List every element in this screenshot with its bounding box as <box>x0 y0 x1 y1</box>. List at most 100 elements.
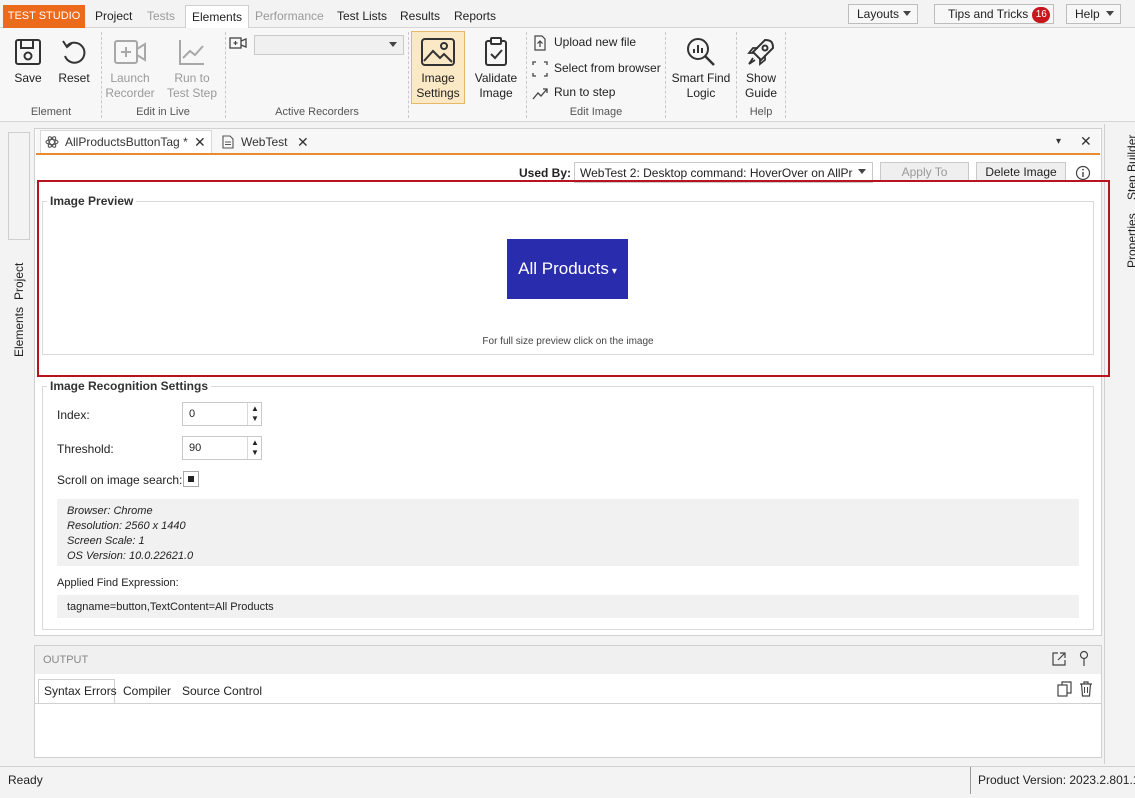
tab-performance[interactable]: Performance <box>249 5 330 28</box>
output-tab-compiler[interactable]: Compiler <box>123 680 171 703</box>
clipboard-check-icon <box>485 37 507 66</box>
chevron-down-icon <box>858 169 866 174</box>
layouts-dropdown[interactable]: Layouts <box>848 4 918 24</box>
tips-label: Tips and Tricks <box>948 7 1029 21</box>
output-title: OUTPUT <box>43 654 89 666</box>
used-by-value: WebTest 2: Desktop command: HoverOver on… <box>580 166 853 180</box>
left-rail-frame <box>8 132 30 240</box>
camera-icon <box>229 37 247 49</box>
info-os-version: OS Version: 10.0.22621.0 <box>67 550 194 562</box>
help-dropdown[interactable]: Help <box>1066 4 1121 24</box>
upload-new-file-button[interactable]: Upload new file <box>532 32 657 52</box>
side-tab-properties[interactable]: Properties <box>1125 213 1135 268</box>
video-add-icon <box>114 40 146 64</box>
index-stepper[interactable]: 0 ▲ ▼ <box>182 402 262 426</box>
image-settings-button[interactable]: Image Settings <box>411 31 465 104</box>
run-to-step-label: Run to step <box>554 85 616 99</box>
highlight-frame <box>37 180 1110 377</box>
arrow-up-icon[interactable]: ▲ <box>251 404 259 413</box>
main-menu-bar: TEST STUDIO Project Tests Elements Perfo… <box>0 0 1135 29</box>
tab-project[interactable]: Project <box>89 5 138 28</box>
validate-image-button[interactable]: Validate Image <box>471 36 521 101</box>
threshold-stepper[interactable]: 90 ▲ ▼ <box>182 436 262 460</box>
info-browser: Browser: Chrome <box>67 505 153 517</box>
used-by-label: Used By: <box>519 166 572 180</box>
find-expression-value: tagname=button,TextContent=All Products <box>57 595 1079 618</box>
show-guide-label: Show Guide <box>744 71 778 100</box>
tips-count-badge: 16 <box>1032 6 1051 23</box>
upload-new-file-label: Upload new file <box>554 35 637 49</box>
run-to-test-step-label: Run to Test Step <box>166 71 218 100</box>
delete-image-button[interactable]: Delete Image <box>976 162 1066 182</box>
info-icon[interactable] <box>1075 165 1091 181</box>
threshold-label: Threshold: <box>57 442 114 456</box>
threshold-value: 90 <box>189 442 202 454</box>
group-active-recorders-label: Active Recorders <box>275 106 359 118</box>
ribbon-divider <box>408 32 409 118</box>
tab-results[interactable]: Results <box>394 5 446 28</box>
document-icon <box>222 135 234 149</box>
show-guide-button[interactable]: Show Guide <box>740 36 782 101</box>
undo-icon <box>62 40 86 64</box>
info-resolution: Resolution: 2560 x 1440 <box>67 520 186 532</box>
run-to-test-step-button[interactable]: Run to Test Step <box>166 36 218 101</box>
tab-reports[interactable]: Reports <box>448 5 502 28</box>
arrow-down-icon[interactable]: ▼ <box>251 414 259 423</box>
group-edit-image-label: Edit Image <box>569 106 623 118</box>
doc-tab-label: AllProductsButtonTag * <box>65 135 188 149</box>
image-settings-label: Image Settings <box>416 71 460 100</box>
close-icon[interactable]: ✕ <box>1080 134 1092 148</box>
status-text: Ready <box>8 773 43 787</box>
image-recognition-title: Image Recognition Settings <box>47 379 212 393</box>
tips-and-tricks-button[interactable]: Tips and Tricks 16 <box>934 4 1054 24</box>
tab-list-dropdown-icon[interactable]: ▾ <box>1056 135 1061 149</box>
chart-trend-icon <box>179 40 204 65</box>
smart-find-logic-button[interactable]: Smart Find Logic <box>671 36 731 101</box>
pin-icon[interactable] <box>1077 650 1091 668</box>
group-edit-in-live-label: Edit in Live <box>136 106 190 118</box>
tab-test-lists[interactable]: Test Lists <box>331 5 393 28</box>
chevron-down-icon <box>389 42 397 47</box>
output-tab-syntax-errors[interactable]: Syntax Errors <box>44 680 117 703</box>
reset-button[interactable]: Reset <box>55 36 93 86</box>
select-region-icon <box>532 61 548 77</box>
select-from-browser-label: Select from browser <box>554 61 661 75</box>
select-from-browser-button[interactable]: Select from browser <box>532 58 662 78</box>
validate-image-label: Validate Image <box>474 71 518 100</box>
info-screen-scale: Screen Scale: 1 <box>67 535 145 547</box>
side-tab-project[interactable]: Project <box>12 263 26 300</box>
close-icon[interactable]: ✕ <box>194 135 206 149</box>
copy-icon[interactable] <box>1057 681 1075 697</box>
status-bar: Ready Product Version: 2023.2.801.1 <box>0 766 1135 794</box>
save-icon <box>15 39 41 65</box>
arrow-up-icon[interactable]: ▲ <box>251 438 259 447</box>
active-recorder-select[interactable] <box>254 35 404 55</box>
trash-icon[interactable] <box>1078 681 1094 697</box>
launch-recorder-button[interactable]: Launch Recorder <box>104 36 156 101</box>
product-version: Product Version: 2023.2.801.1 <box>978 773 1135 787</box>
tab-tests[interactable]: Tests <box>141 5 181 28</box>
side-tab-step-builder[interactable]: Step Builder <box>1125 135 1135 200</box>
arrow-down-icon[interactable]: ▼ <box>251 448 259 457</box>
apply-to-button[interactable]: Apply To <box>880 162 969 182</box>
side-tab-elements[interactable]: Elements <box>12 307 26 357</box>
ribbon: Save Reset Element Launch Recorder Run t… <box>0 28 1135 122</box>
trend-icon <box>532 88 548 100</box>
upload-file-icon <box>534 35 546 51</box>
save-button[interactable]: Save <box>8 36 48 86</box>
find-expression-label: Applied Find Expression: <box>57 577 179 589</box>
brand-label: TEST STUDIO <box>3 5 85 28</box>
active-tab-underline <box>36 153 1100 155</box>
environment-info-box: Browser: Chrome Resolution: 2560 x 1440 … <box>57 499 1079 566</box>
close-icon[interactable]: ✕ <box>297 135 309 149</box>
output-tab-source-control[interactable]: Source Control <box>182 680 262 703</box>
tab-elements[interactable]: Elements <box>185 5 250 29</box>
index-value: 0 <box>189 408 196 420</box>
pop-out-icon[interactable] <box>1051 651 1067 667</box>
scroll-on-image-search-checkbox[interactable] <box>183 471 199 487</box>
chevron-down-icon <box>1106 11 1114 16</box>
run-to-step-button[interactable]: Run to step <box>532 82 622 102</box>
element-icon <box>45 136 59 148</box>
ribbon-divider <box>785 32 786 118</box>
checkbox-mark-icon <box>188 476 194 482</box>
